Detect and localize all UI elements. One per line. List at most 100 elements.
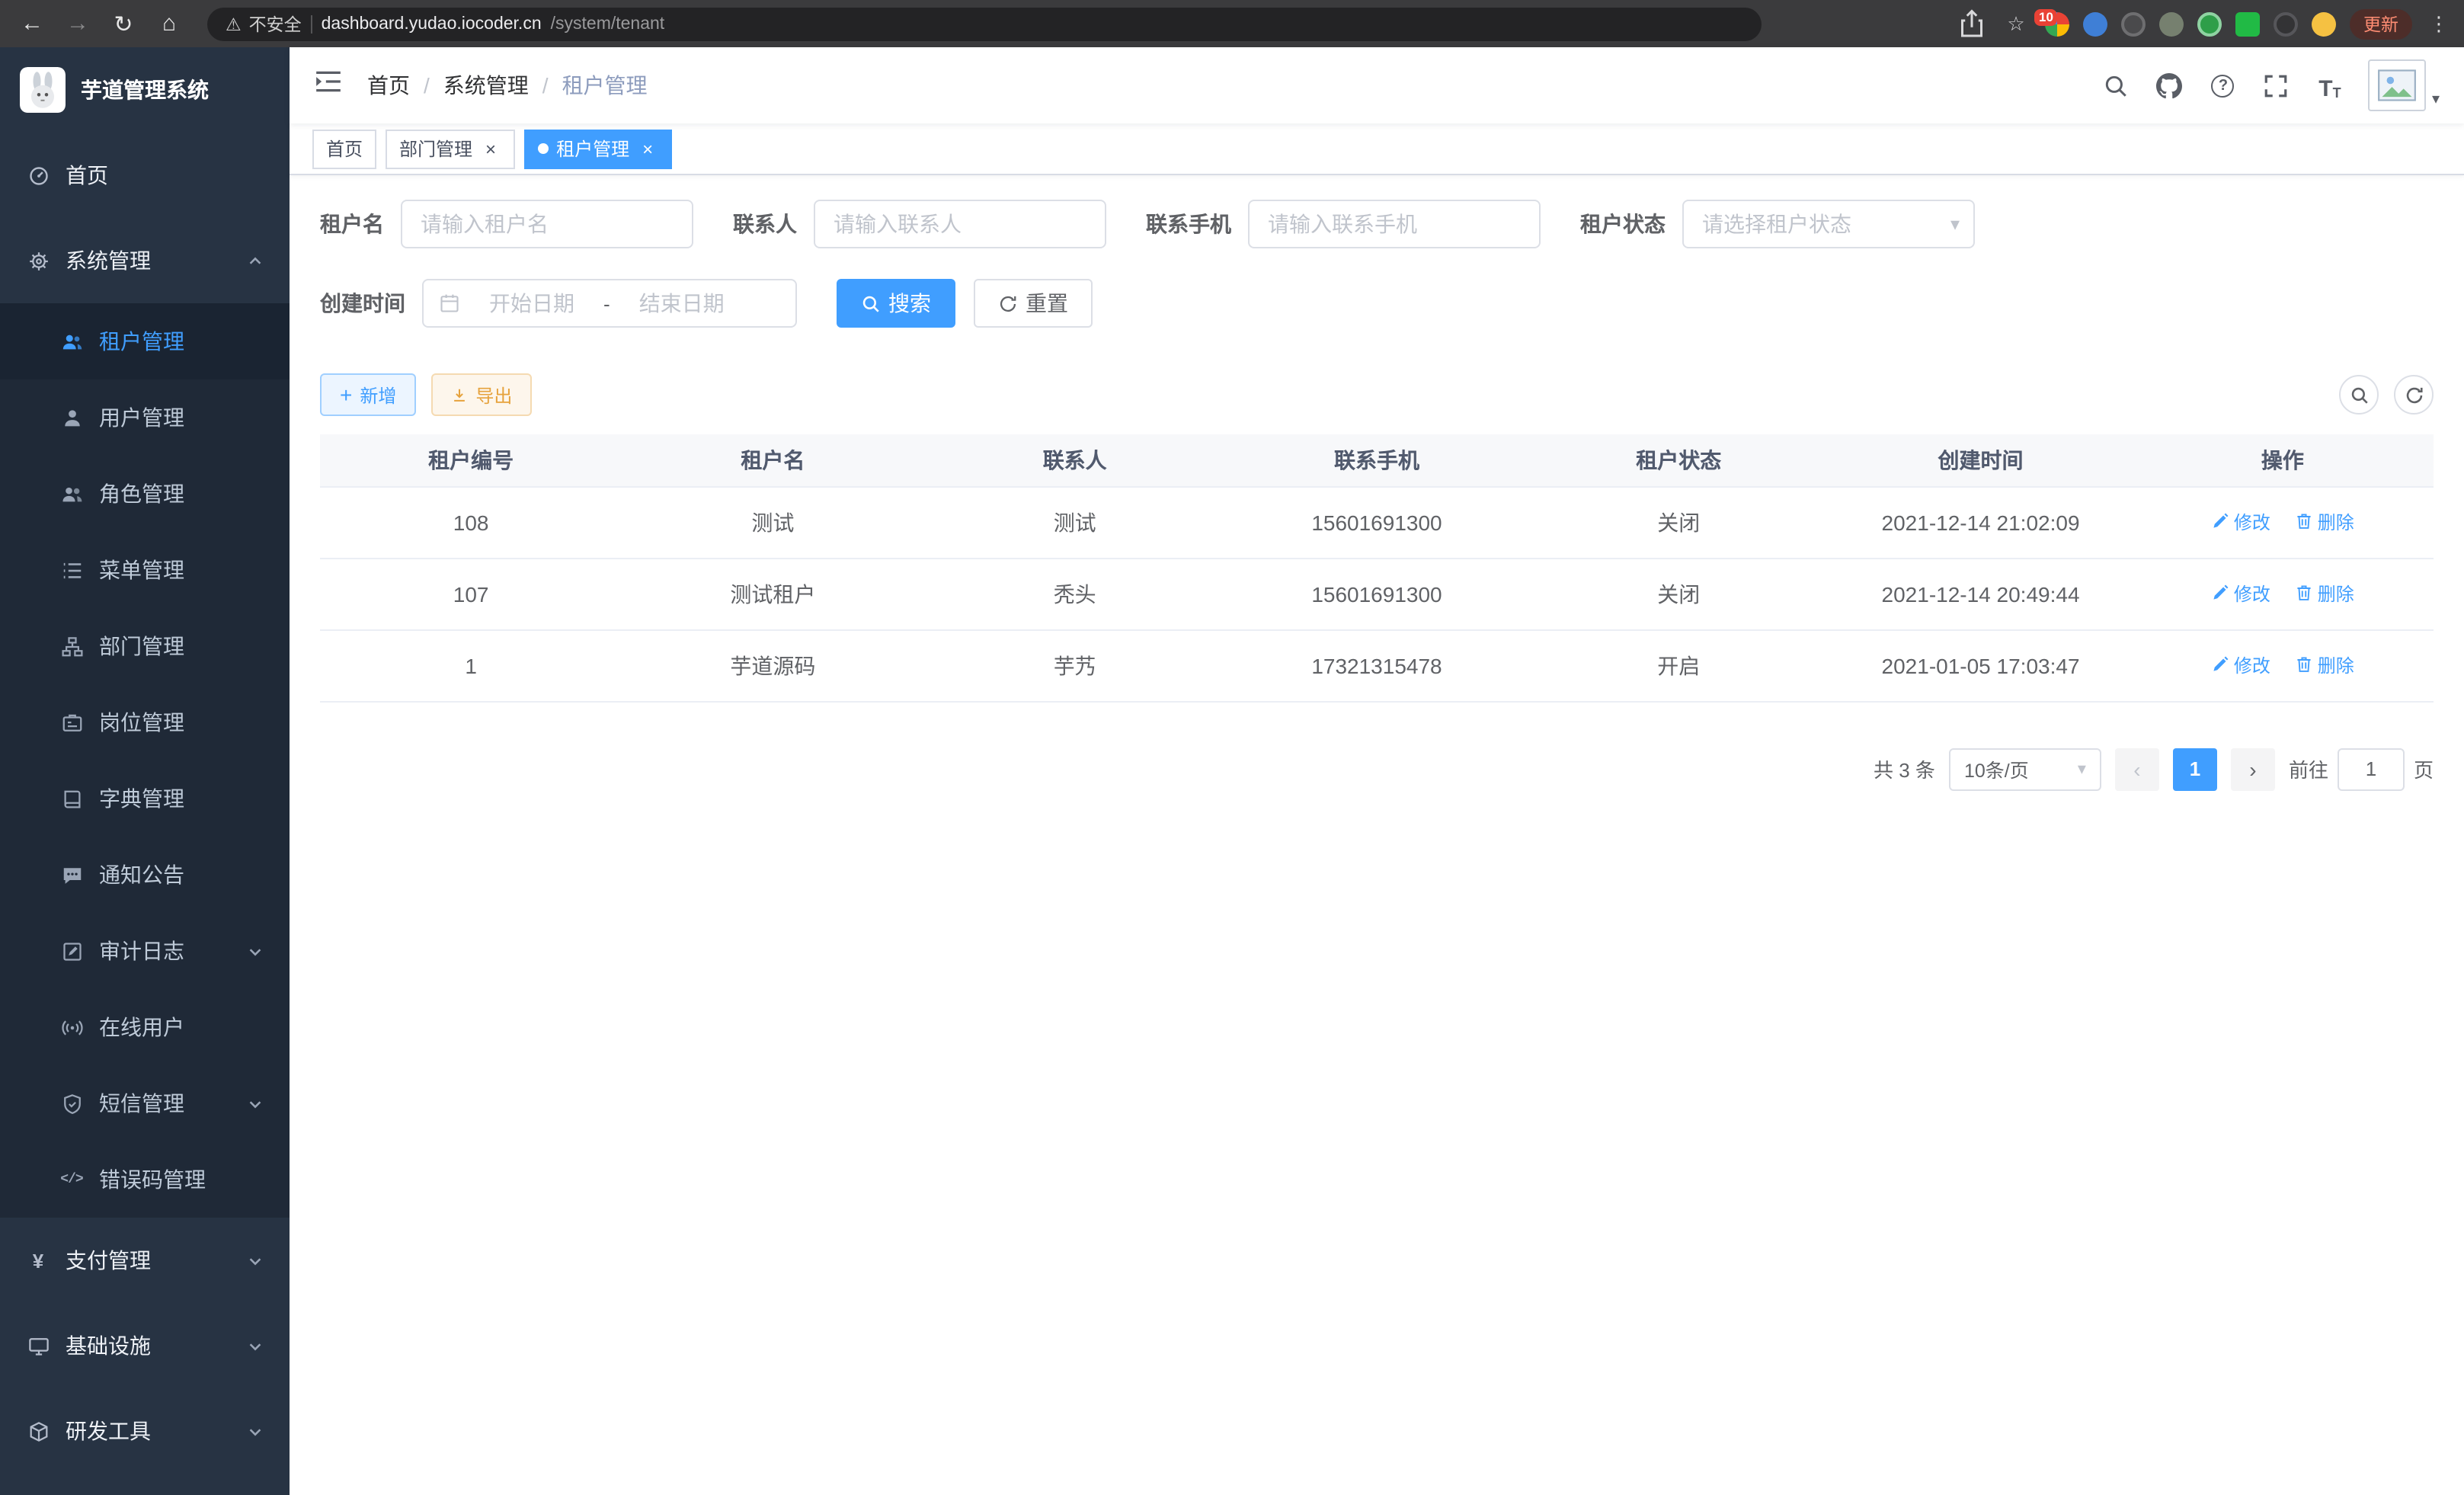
tenant-name-input[interactable]: [401, 200, 693, 248]
sidebar-item-tenant[interactable]: 租户管理: [0, 303, 290, 379]
sidebar-item-label: 研发工具: [66, 1416, 151, 1446]
browser-menu-icon[interactable]: ⋮: [2426, 11, 2452, 36]
share-icon[interactable]: [1957, 8, 1987, 39]
delete-link[interactable]: 删除: [2295, 509, 2354, 535]
breadcrumb-item[interactable]: 系统管理: [443, 70, 529, 101]
extension-badge: 10: [2034, 8, 2058, 25]
sidebar-item-menu[interactable]: 菜单管理: [0, 532, 290, 608]
extension-icon[interactable]: [2083, 11, 2107, 36]
end-date-input[interactable]: [616, 291, 747, 315]
column-header: 租户状态: [1528, 434, 1829, 486]
caret-down-icon: ▾: [2432, 91, 2440, 108]
font-size-icon[interactable]: TT: [2315, 70, 2345, 101]
search-button[interactable]: 搜索: [837, 279, 955, 328]
edit-link[interactable]: 修改: [2211, 652, 2270, 678]
refresh-button[interactable]: [2394, 375, 2434, 415]
sidebar-item-devtools[interactable]: 研发工具: [0, 1388, 290, 1474]
sidebar-item-system[interactable]: 系统管理: [0, 218, 290, 303]
close-icon[interactable]: ×: [637, 138, 658, 159]
browser-reload-icon[interactable]: ↻: [104, 5, 143, 42]
date-separator: -: [603, 292, 610, 315]
page-size-select[interactable]: 10条/页 ▾: [1949, 748, 2101, 790]
caret-down-icon: ▾: [2078, 759, 2086, 779]
field-label: 租户名: [320, 209, 384, 239]
sidebar-item-errorcode[interactable]: </> 错误码管理: [0, 1141, 290, 1218]
tab-tenant[interactable]: 租户管理 ×: [524, 129, 672, 168]
sidebar-item-label: 基础设施: [66, 1330, 151, 1361]
extension-icon[interactable]: [2159, 11, 2184, 36]
edit-link[interactable]: 修改: [2211, 581, 2270, 607]
sidebar-item-user[interactable]: 用户管理: [0, 379, 290, 456]
sidebar-item-dept[interactable]: 部门管理: [0, 608, 290, 684]
contact-input[interactable]: [814, 200, 1106, 248]
toggle-search-button[interactable]: [2339, 375, 2379, 415]
sidebar-item-sms[interactable]: 短信管理: [0, 1065, 290, 1141]
date-range-picker[interactable]: -: [422, 279, 797, 328]
site-security[interactable]: ⚠ 不安全: [226, 11, 302, 36]
tab-home[interactable]: 首页: [312, 129, 376, 168]
delete-link[interactable]: 删除: [2295, 652, 2354, 678]
cell-phone: 15601691300: [1226, 558, 1528, 629]
edit-link[interactable]: 修改: [2211, 509, 2270, 535]
sidebar-item-home[interactable]: 首页: [0, 133, 290, 218]
extension-icon[interactable]: [2312, 11, 2336, 36]
org-tree-icon: [59, 634, 84, 658]
phone-input[interactable]: [1248, 200, 1541, 248]
search-icon: [2349, 385, 2369, 405]
filter-phone: 联系手机: [1146, 200, 1541, 248]
extension-icon[interactable]: 10: [2045, 11, 2069, 36]
browser-back-icon[interactable]: ←: [12, 5, 52, 42]
user-avatar-menu[interactable]: ▾: [2368, 59, 2440, 111]
sidebar-item-auditlog[interactable]: 审计日志: [0, 913, 290, 989]
extension-icon[interactable]: [2235, 11, 2260, 36]
delete-link[interactable]: 删除: [2295, 581, 2354, 607]
bookmark-star-icon[interactable]: ☆: [2001, 8, 2031, 39]
sidebar-collapse-button[interactable]: [290, 47, 367, 123]
close-icon[interactable]: ×: [480, 138, 501, 159]
sidebar-item-post[interactable]: 岗位管理: [0, 684, 290, 760]
next-page-button[interactable]: ›: [2231, 748, 2275, 790]
pagination-total: 共 3 条: [1874, 754, 1935, 783]
browser-update-button[interactable]: 更新: [2350, 8, 2412, 39]
extension-icon[interactable]: [2274, 11, 2298, 36]
add-button[interactable]: + 新增: [320, 373, 416, 416]
breadcrumb-item[interactable]: 首页: [367, 70, 410, 101]
status-select[interactable]: ▾: [1682, 200, 1975, 248]
sidebar-item-role[interactable]: 角色管理: [0, 456, 290, 532]
refresh-icon: [2404, 385, 2424, 405]
app-logo[interactable]: 芋道管理系统: [0, 47, 290, 133]
fullscreen-icon[interactable]: [2261, 70, 2292, 101]
browser-forward-icon[interactable]: →: [58, 5, 98, 42]
help-icon[interactable]: ?: [2208, 70, 2238, 101]
dashboard-icon: [26, 163, 50, 187]
sidebar-item-label: 岗位管理: [99, 707, 184, 738]
sidebar-item-infra[interactable]: 基础设施: [0, 1303, 290, 1388]
prev-page-button[interactable]: ‹: [2115, 748, 2159, 790]
status-select-input[interactable]: [1682, 200, 1975, 248]
github-icon[interactable]: [2155, 70, 2185, 101]
app-title: 芋道管理系统: [81, 75, 209, 105]
edit-label: 修改: [2234, 509, 2270, 535]
sidebar-item-notice[interactable]: 通知公告: [0, 837, 290, 913]
export-button[interactable]: 导出: [431, 373, 532, 416]
table-toolbar: + 新增 导出: [320, 373, 2434, 416]
code-icon: </>: [59, 1167, 84, 1192]
tab-dept[interactable]: 部门管理 ×: [386, 129, 515, 168]
sidebar-item-online[interactable]: 在线用户: [0, 989, 290, 1065]
cell-status: 开启: [1528, 629, 1829, 701]
trash-icon: [2295, 656, 2313, 674]
reset-button[interactable]: 重置: [974, 279, 1093, 328]
book-icon: [59, 786, 84, 811]
browser-home-icon[interactable]: ⌂: [149, 5, 189, 42]
sidebar-item-payment[interactable]: ¥ 支付管理: [0, 1218, 290, 1303]
goto-page-input[interactable]: [2338, 748, 2405, 790]
address-bar[interactable]: ⚠ 不安全 dashboard.yudao.iocoder.cn/system/…: [207, 7, 1762, 40]
start-date-input[interactable]: [466, 291, 597, 315]
extension-icon[interactable]: [2121, 11, 2146, 36]
sidebar-item-dict[interactable]: 字典管理: [0, 760, 290, 837]
extension-icon[interactable]: [2197, 11, 2222, 36]
search-icon[interactable]: [2101, 70, 2132, 101]
add-button-label: 新增: [360, 382, 396, 408]
page-number-button[interactable]: 1: [2173, 748, 2217, 790]
refresh-icon: [998, 293, 1018, 313]
